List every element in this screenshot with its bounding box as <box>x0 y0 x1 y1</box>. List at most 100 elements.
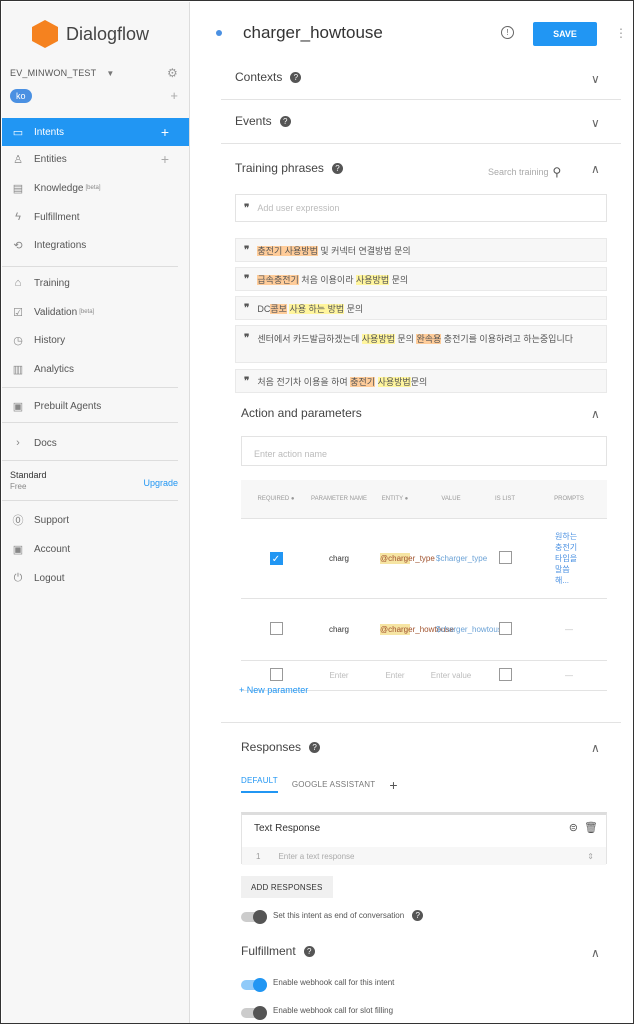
text-response-input[interactable]: 1 Enter a text response ⇕ <box>242 847 606 865</box>
save-button[interactable]: SAVE <box>533 22 597 46</box>
logo[interactable]: Dialogflow <box>32 20 149 48</box>
chevron-up-icon[interactable]: ∧ <box>591 407 600 421</box>
new-parameter-link[interactable]: + New parameter <box>239 685 308 695</box>
sidebar-item-fulfillment[interactable]: ϟ Fulfillment <box>2 203 189 231</box>
webhook-toggle[interactable] <box>241 978 267 992</box>
training-phrases-header[interactable]: Training phrases ? <box>235 161 343 175</box>
entity-annotation[interactable]: 사용방법 <box>361 334 395 344</box>
help-icon[interactable]: ? <box>412 910 424 921</box>
entity-annotation[interactable]: 급속충전기 <box>257 274 299 285</box>
entity-annotation[interactable]: 사용방법 <box>355 274 390 285</box>
agent-selector[interactable]: EV_MINWON_TEST ▼ ⚙ <box>10 66 178 80</box>
training-phrase[interactable]: ❞ 급속충전기 처음 이용이라 사용방법 문의 <box>235 267 607 291</box>
search-icon[interactable]: ⚲ <box>553 165 562 179</box>
contexts-header[interactable]: Contexts ? <box>235 70 302 84</box>
required-checkbox[interactable] <box>269 667 283 681</box>
training-search[interactable]: Search training ⚲ <box>488 165 561 179</box>
end-conversation-toggle[interactable] <box>241 910 267 924</box>
fulfillment-header[interactable]: Fulfillment ? <box>241 944 315 958</box>
sidebar-item-entities[interactable]: ♙ Entities + <box>2 145 189 173</box>
quote-icon: ❞ <box>244 302 250 314</box>
sidebar-item-logout[interactable]: ⏻ Logout <box>2 564 189 592</box>
trash-icon[interactable]: 🗑 <box>584 822 598 834</box>
more-vert-icon[interactable]: ⋮ <box>615 26 627 40</box>
prompts-cell[interactable]: 원하는 충전기 타입을 말씀해... <box>531 518 607 599</box>
sidebar-item-training[interactable]: ⌂ Training <box>2 269 189 297</box>
help-icon[interactable]: ? <box>279 115 291 127</box>
chevron-up-icon[interactable]: ∧ <box>591 162 600 176</box>
training-phrase[interactable]: ❞ 충전기 사용방법 및 커넥터 연결방법 문의 <box>235 238 607 262</box>
training-phrase[interactable]: ❞ 처음 전기차 이용을 하여 충전기 사용방법문의 <box>235 369 607 393</box>
entity-annotation[interactable]: 사용방법 <box>377 376 411 387</box>
copy-icon[interactable]: ⊜ <box>569 822 578 834</box>
help-icon[interactable]: ? <box>290 71 302 83</box>
training-phrase[interactable]: ❞ 센터에서 카드발급하겠는데 사용방법 문의 완속용 충전기를 이용하려고 하는… <box>235 325 607 363</box>
intent-name[interactable]: charger_howtouse <box>243 23 383 43</box>
chevron-up-icon[interactable]: ∧ <box>591 741 600 755</box>
entity-annotation[interactable]: 사용 하는 방법 <box>289 303 345 314</box>
required-checkbox[interactable]: ✓ <box>269 551 283 565</box>
value-input[interactable]: Enter value <box>423 660 479 691</box>
chevron-down-icon[interactable]: ∨ <box>591 116 600 130</box>
add-language-icon[interactable]: + <box>170 88 178 103</box>
phrase-text: 충전기 사용방법 및 커넥터 연결방법 문의 <box>257 244 411 257</box>
spinner-icon[interactable]: ⇕ <box>587 852 594 861</box>
help-icon[interactable]: ? <box>331 162 343 174</box>
is-list-checkbox[interactable] <box>498 550 512 564</box>
events-header[interactable]: Events ? <box>235 114 291 128</box>
tab-google-assistant[interactable]: GOOGLE ASSISTANT <box>292 780 376 789</box>
training-search-input[interactable]: Search training <box>488 167 549 177</box>
training-phrase[interactable]: ❞ DC콤보 사용 하는 방법 문의 <box>235 296 607 320</box>
language-chip[interactable]: ko <box>10 88 32 103</box>
is-list-checkbox[interactable] <box>498 667 512 681</box>
entity-annotation[interactable]: 충전기 사용방법 <box>257 245 318 256</box>
check-icon: ☑ <box>13 306 23 319</box>
chevron-down-icon[interactable]: ∨ <box>591 72 600 86</box>
priority-dot-icon[interactable] <box>216 30 222 36</box>
add-intent-icon[interactable]: + <box>161 124 169 140</box>
action-name-input[interactable]: Enter action name <box>241 436 607 466</box>
entity-annotation[interactable]: 콤보 <box>270 303 287 314</box>
entities-icon: ♙ <box>13 153 23 166</box>
add-user-expression-field[interactable]: ❞ Add user expression <box>235 194 607 222</box>
required-checkbox[interactable] <box>269 621 283 635</box>
entity-cell[interactable]: @charger_type <box>367 518 435 599</box>
responses-header[interactable]: Responses ? <box>241 740 321 754</box>
sidebar-item-prebuilt-agents[interactable]: ▣ Prebuilt Agents <box>2 392 189 420</box>
help-icon[interactable]: ? <box>303 945 315 957</box>
sidebar-item-integrations[interactable]: ⟲ Integrations <box>2 231 189 259</box>
sidebar-item-support[interactable]: ⓪ Support <box>2 506 189 534</box>
tab-default[interactable]: DEFAULT <box>241 776 278 793</box>
add-tab-icon[interactable]: + <box>389 777 397 793</box>
sidebar-item-history[interactable]: ◷ History <box>2 326 189 354</box>
help-icon[interactable]: ? <box>309 741 321 753</box>
add-entity-icon[interactable]: + <box>161 151 169 167</box>
parameter-name-cell[interactable]: charg <box>311 598 367 661</box>
add-responses-button[interactable]: ADD RESPONSES <box>241 876 333 898</box>
action-parameters-header[interactable]: Action and parameters <box>241 406 362 420</box>
sidebar-item-knowledge[interactable]: ▤ Knowledge [beta] <box>2 174 189 202</box>
parameter-name-cell[interactable]: charg <box>311 518 367 599</box>
is-list-checkbox[interactable] <box>498 621 512 635</box>
info-icon[interactable]: ! <box>501 26 514 39</box>
entity-cell[interactable]: @charger_howtouse <box>367 598 454 661</box>
chevron-up-icon[interactable]: ∧ <box>591 946 600 960</box>
sidebar-item-analytics[interactable]: ▥ Analytics <box>2 355 189 383</box>
sidebar-item-account[interactable]: ▣ Account <box>2 535 189 563</box>
sidebar-item-docs[interactable]: › Docs <box>2 429 189 457</box>
entity-annotation[interactable]: 충전기 <box>350 376 376 387</box>
gear-icon[interactable]: ⚙ <box>167 66 178 80</box>
prompts-cell[interactable]: — <box>531 660 607 691</box>
logo-text: Dialogflow <box>66 23 150 44</box>
text-response-card: Text Response ⊜ 🗑 1 Enter a text respons… <box>241 812 607 865</box>
parameter-name-input[interactable]: Enter <box>311 660 367 691</box>
prompts-cell[interactable]: — <box>531 598 607 661</box>
slot-filling-toggle[interactable] <box>241 1006 267 1020</box>
sidebar-item-validation[interactable]: ☑ Validation [beta] <box>2 298 189 326</box>
sidebar-item-intents[interactable]: ▭ Intents + <box>2 118 189 146</box>
entity-input[interactable]: Enter <box>367 660 423 691</box>
prompts-link[interactable]: 원하는 충전기 타입을 말씀해... <box>555 531 583 586</box>
entity-annotation[interactable]: 완속용 <box>416 334 442 344</box>
upgrade-link[interactable]: Upgrade <box>143 478 178 488</box>
column-header: ENTITY ● <box>367 480 423 519</box>
